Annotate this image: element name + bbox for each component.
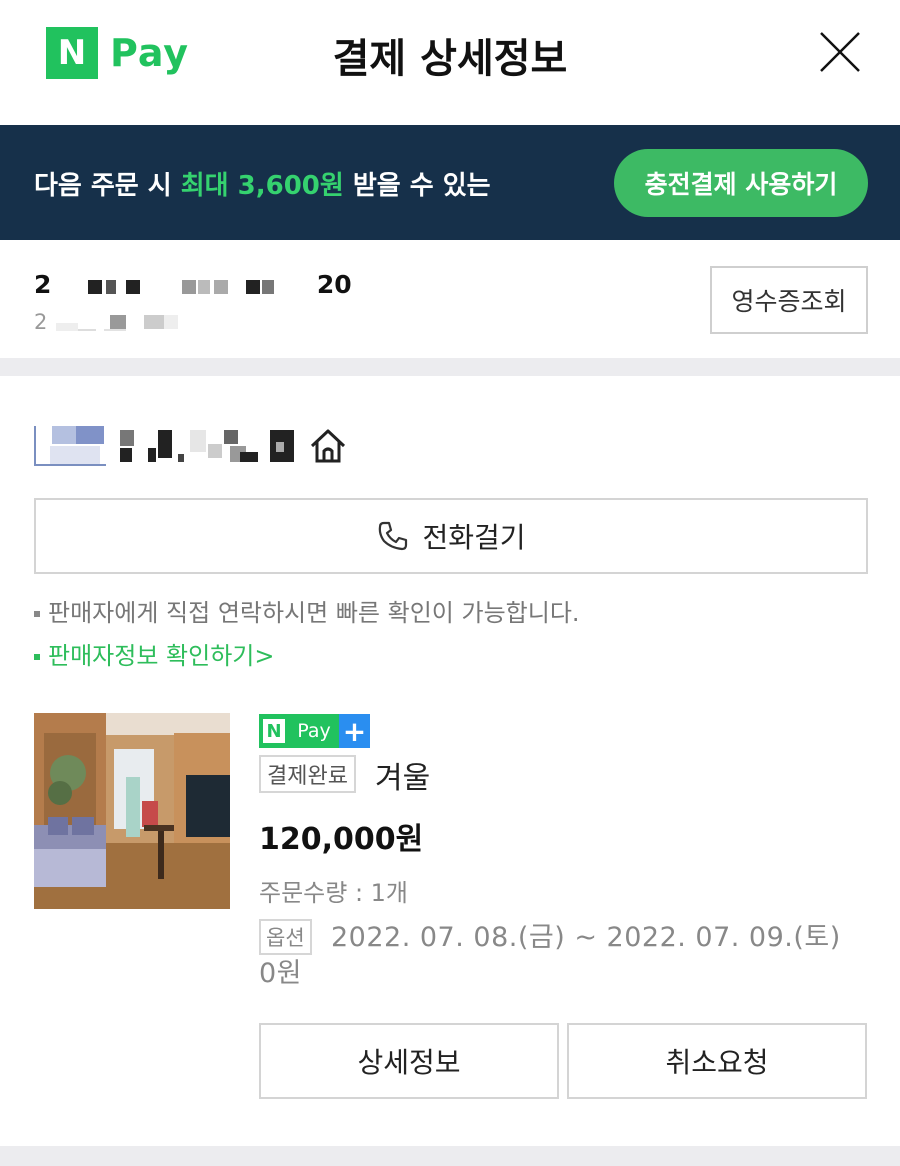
promo-text-suffix: 받을 수 있는 xyxy=(343,171,491,201)
npay-plus-badge: N Pay + xyxy=(259,714,370,748)
header: N Pay 결제 상세정보 xyxy=(0,0,900,125)
option-badge: 옵션 xyxy=(259,919,312,955)
order-info: 2 20 2 영수증조회 xyxy=(0,240,900,358)
order-number-prefix: 2 xyxy=(34,270,52,299)
order-date: 2 xyxy=(34,310,204,334)
order-date-prefix: 2 xyxy=(34,310,48,334)
product-price: 120,000원 xyxy=(259,822,424,857)
status-badge: 결제완료 xyxy=(259,755,356,793)
order-number: 2 20 xyxy=(34,270,352,299)
promo-text-highlight: 최대 3,600원 xyxy=(180,171,344,201)
promo-text: 다음 주문 시 최대 3,600원 받을 수 있는 xyxy=(34,165,491,202)
product-thumbnail[interactable] xyxy=(34,713,230,909)
order-quantity: 주문수량 : 1개 xyxy=(259,879,409,907)
seller-info-link-text: 판매자정보 확인하기 xyxy=(48,642,255,670)
bullet xyxy=(34,611,40,617)
npay-n-text: N xyxy=(263,719,285,743)
contact-note-text: 판매자에게 직접 연락하시면 빠른 확인이 가능합니다. xyxy=(48,599,580,627)
close-icon[interactable] xyxy=(818,30,862,74)
seller-info-link[interactable]: 판매자정보 확인하기> xyxy=(34,636,274,671)
phone-icon xyxy=(379,521,408,551)
section-divider xyxy=(0,1146,900,1166)
home-icon[interactable] xyxy=(308,426,348,466)
npay-pay-text: Pay xyxy=(289,714,339,748)
redacted-seller-name xyxy=(34,426,294,466)
detail-button[interactable]: 상세정보 xyxy=(259,1023,559,1099)
order-number-suffix: 20 xyxy=(316,270,352,299)
charge-pay-button[interactable]: 충전결제 사용하기 xyxy=(614,149,868,217)
plus-icon: + xyxy=(339,714,370,748)
bullet xyxy=(34,654,40,660)
option-value: 2022. 07. 08.(금) ~ 2022. 07. 09.(토) 0원 xyxy=(259,922,841,989)
section-divider xyxy=(0,358,900,376)
call-button-label: 전화걸기 xyxy=(422,521,526,554)
promo-text-prefix: 다음 주문 시 xyxy=(34,171,181,201)
redacted-order-number xyxy=(88,280,275,294)
call-button[interactable]: 전화걸기 xyxy=(34,498,868,574)
promo-banner: 다음 주문 시 최대 3,600원 받을 수 있는 충전결제 사용하기 xyxy=(0,125,900,240)
redacted-order-date xyxy=(56,315,179,331)
cancel-request-button[interactable]: 취소요청 xyxy=(567,1023,867,1099)
npay-n-mark: N xyxy=(259,714,289,748)
receipt-button[interactable]: 영수증조회 xyxy=(710,266,868,334)
seller-row xyxy=(34,424,348,468)
contact-note: 판매자에게 직접 연락하시면 빠른 확인이 가능합니다. xyxy=(34,593,580,628)
product-name[interactable]: 겨울 xyxy=(375,753,430,797)
chevron-right-icon: > xyxy=(254,642,275,670)
page-title: 결제 상세정보 xyxy=(332,36,568,82)
